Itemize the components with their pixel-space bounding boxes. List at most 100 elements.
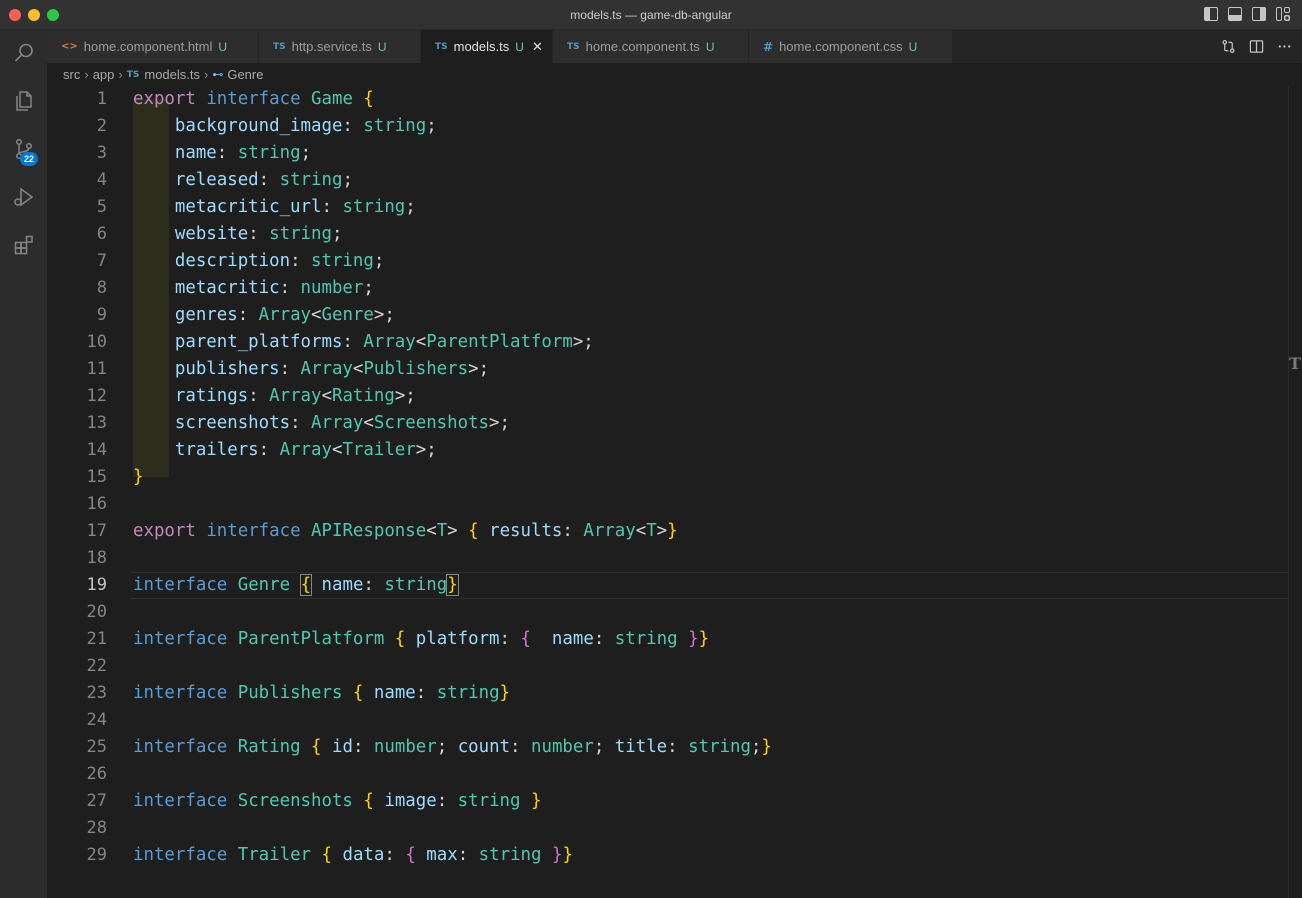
code-token: APIResponse — [311, 521, 427, 541]
code-token: } — [562, 845, 573, 865]
code-token: string — [478, 845, 542, 865]
source-control-icon[interactable]: 22 — [0, 126, 47, 172]
code-line[interactable]: website: string; — [133, 221, 343, 248]
code-token: } — [530, 791, 542, 811]
code-area[interactable]: export interface Game { background_image… — [131, 86, 1302, 898]
code-token: { — [520, 629, 531, 649]
code-token: released — [174, 170, 259, 190]
line-number: 11 — [86, 359, 107, 379]
code-token: name — [321, 575, 364, 595]
customize-layout-icon[interactable] — [1276, 7, 1290, 21]
code-token: ; — [363, 278, 374, 298]
code-line[interactable]: trailers: Array<Trailer>; — [133, 437, 437, 464]
search-icon[interactable] — [0, 30, 47, 76]
code-line[interactable]: } — [133, 464, 143, 491]
code-token: < — [426, 521, 437, 541]
extensions-icon[interactable] — [0, 222, 47, 268]
code-line[interactable]: export interface Game { — [133, 86, 374, 113]
code-editor[interactable]: 1 2 3 4 5 6 7 8 9 10 11 12 13 14 15 16 17 18 19 20 21 22 23 24 2… — [47, 86, 1302, 898]
tab-http-service-ts[interactable]: TS http.service.ts U — [259, 30, 421, 63]
open-changes-icon[interactable] — [1220, 38, 1236, 54]
vertical-scrollbar[interactable]: T — [1288, 86, 1302, 898]
activity-bar: 22 — [0, 30, 47, 898]
tab-models-ts[interactable]: TS models.ts U ✕ — [421, 30, 553, 63]
code-line[interactable]: interface Publishers { name: string} — [133, 680, 510, 707]
code-token: string — [279, 170, 343, 190]
code-line[interactable]: genres: Array<Genre>; — [133, 302, 395, 329]
toggle-panel-icon[interactable] — [1228, 7, 1242, 21]
line-number: 27 — [86, 791, 107, 811]
code-line[interactable]: interface Screenshots { image: string } — [133, 788, 541, 815]
toggle-primary-sidebar-icon[interactable] — [1204, 7, 1218, 21]
untracked-status: U — [908, 39, 918, 54]
code-line[interactable]: name: string; — [133, 140, 311, 167]
code-token: < — [352, 359, 364, 379]
tab-home-component-html[interactable]: <> home.component.html U — [47, 30, 259, 63]
html-file-icon: <> — [61, 41, 78, 52]
typescript-file-icon: TS — [567, 41, 580, 52]
code-line[interactable]: interface Genre { name: string} — [133, 572, 459, 599]
breadcrumb-item-src[interactable]: src — [63, 67, 80, 82]
code-token: publishers — [174, 359, 280, 379]
code-token: interface — [133, 791, 228, 811]
code-token: ; — [373, 251, 385, 271]
tab-home-component-ts[interactable]: TS home.component.ts U — [553, 30, 749, 63]
code-line[interactable]: ratings: Array<Rating>; — [133, 383, 416, 410]
toggle-secondary-sidebar-icon[interactable] — [1252, 7, 1266, 21]
code-line[interactable]: interface Trailer { data: { max: string … — [133, 842, 573, 869]
chevron-right-icon: › — [204, 67, 209, 82]
code-token: interface — [206, 521, 301, 541]
code-token: >; — [394, 386, 416, 406]
code-line[interactable]: parent_platforms: Array<ParentPlatform>; — [133, 329, 594, 356]
more-actions-icon[interactable] — [1276, 38, 1292, 54]
code-token: ; — [593, 737, 615, 757]
line-number: 28 — [86, 818, 107, 838]
code-line[interactable]: released: string; — [133, 167, 353, 194]
code-line[interactable]: screenshots: Array<Screenshots>; — [133, 410, 510, 437]
code-token: Array — [269, 386, 322, 406]
code-token: < — [635, 521, 647, 541]
run-debug-icon[interactable] — [0, 174, 47, 220]
code-line[interactable]: description: string; — [133, 248, 384, 275]
code-token: Genre — [321, 305, 374, 325]
code-token: : — [499, 629, 521, 649]
code-token: : — [279, 359, 301, 379]
code-line[interactable]: export interface APIResponse<T> { result… — [133, 518, 678, 545]
code-line[interactable]: metacritic_url: string; — [133, 194, 416, 221]
tab-home-component-css[interactable]: # home.component.css U — [749, 30, 953, 63]
code-token: string — [384, 575, 448, 595]
code-token: : — [363, 575, 385, 595]
code-line[interactable]: interface Rating { id: number; count: nu… — [133, 734, 772, 761]
code-token: Game — [311, 89, 353, 109]
code-line[interactable]: background_image: string; — [133, 113, 437, 140]
breadcrumb-item-symbol[interactable]: Genre — [227, 67, 263, 82]
code-token: Publishers — [237, 683, 343, 703]
code-line[interactable]: publishers: Array<Publishers>; — [133, 356, 489, 383]
breadcrumb-item-app[interactable]: app — [93, 67, 115, 82]
breadcrumb-item-file[interactable]: models.ts — [144, 67, 200, 82]
code-line[interactable]: interface ParentPlatform { platform: { n… — [133, 626, 709, 653]
code-token: number — [300, 278, 364, 298]
code-token: Screenshots — [237, 791, 353, 811]
explorer-icon[interactable] — [0, 78, 47, 124]
split-editor-icon[interactable] — [1248, 38, 1264, 54]
code-line[interactable]: metacritic: number; — [133, 275, 374, 302]
code-token: < — [331, 440, 343, 460]
code-token: name — [174, 143, 217, 163]
code-token: Array — [363, 332, 416, 352]
code-token: : — [321, 197, 343, 217]
close-icon[interactable]: ✕ — [532, 39, 543, 55]
code-token: interface — [133, 629, 228, 649]
line-number: 8 — [96, 278, 107, 298]
line-number: 21 — [86, 629, 107, 649]
line-number: 13 — [86, 413, 107, 433]
